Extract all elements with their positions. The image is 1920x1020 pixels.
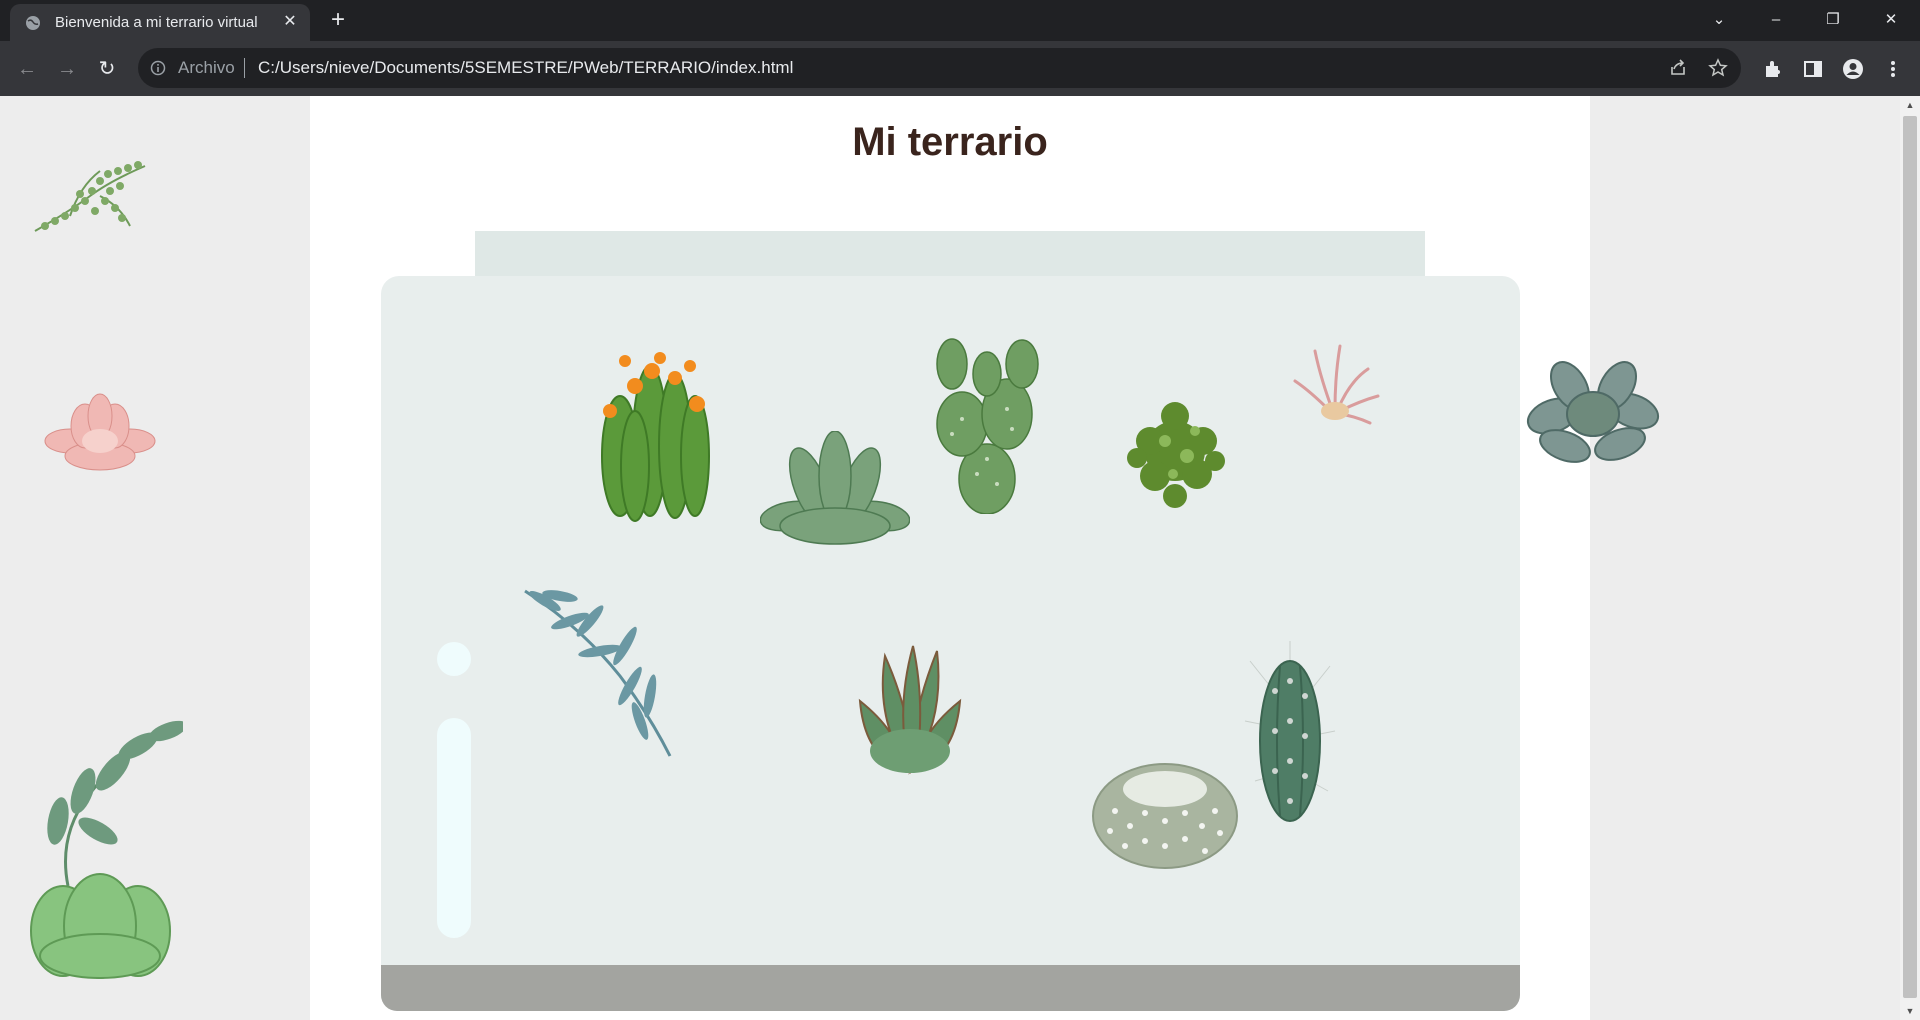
pink-echeveria-plant[interactable] [40,386,160,476]
tab-search-icon[interactable]: ⌄ [1707,9,1731,31]
forward-button[interactable]: → [54,56,80,82]
blue-echeveria-plant[interactable] [1525,356,1660,466]
browser-tab[interactable]: Bienvenida a mi terrario virtual ✕ [10,4,310,41]
share-icon[interactable] [1668,58,1688,78]
extensions-icon[interactable] [1762,58,1784,80]
flowering-cactus-plant[interactable] [595,346,720,526]
leafy-succulent-plant[interactable] [28,716,183,981]
page-title: Mi terrario [852,120,1048,164]
menu-kebab-icon[interactable] [1882,58,1904,80]
url-text[interactable]: C:/Users/nieve/Documents/5SEMESTRE/PWeb/… [258,58,793,78]
page-viewport: Mi terrario [0,96,1900,1020]
string-of-pearls-plant[interactable] [30,156,150,236]
green-rosette-plant[interactable] [760,431,910,546]
ball-cactus-plant[interactable] [1090,751,1240,871]
eucalyptus-branch-plant[interactable] [520,586,680,761]
vertical-scrollbar[interactable]: ▲ ▼ [1900,96,1920,1020]
scrollbar-thumb[interactable] [1903,116,1917,998]
tab-strip: Bienvenida a mi terrario virtual ✕ + ⌄ –… [0,0,1920,41]
air-plant[interactable] [1290,341,1380,426]
bookmark-star-icon[interactable] [1708,58,1728,78]
address-bar[interactable]: Archivo C:/Users/nieve/Documents/5SEMEST… [138,48,1741,88]
divider [244,58,245,78]
info-icon[interactable] [150,60,166,76]
back-button[interactable]: ← [14,56,40,82]
aloe-rosette-plant[interactable] [855,641,965,776]
restore-button[interactable]: ❐ [1821,9,1845,31]
jar-glossy-bar [437,718,471,938]
prickly-pear-plant[interactable] [932,334,1042,514]
scroll-up-arrow-icon[interactable]: ▲ [1904,99,1916,111]
browser-toolbar: ← → ↻ Archivo C:/Users/nieve/Documents/5… [0,41,1920,96]
scheme-label: Archivo [178,58,235,77]
jar-top [475,231,1425,281]
close-window-button[interactable]: ✕ [1879,9,1903,31]
jar-glossy-dot [437,642,471,676]
column-cactus-plant[interactable] [1240,641,1340,826]
profile-avatar-icon[interactable] [1842,58,1864,80]
minimize-button[interactable]: – [1764,9,1788,31]
reload-button[interactable]: ↻ [94,56,120,82]
side-panel-icon[interactable] [1802,58,1824,80]
globe-icon [26,16,40,30]
jar-bottom [381,965,1520,1011]
close-tab-icon[interactable]: ✕ [280,12,300,32]
scroll-down-arrow-icon[interactable]: ▼ [1904,1005,1916,1017]
tab-title: Bienvenida a mi terrario virtual [55,14,258,31]
new-tab-button[interactable]: + [326,8,350,32]
round-shrub-plant[interactable] [1125,396,1230,516]
